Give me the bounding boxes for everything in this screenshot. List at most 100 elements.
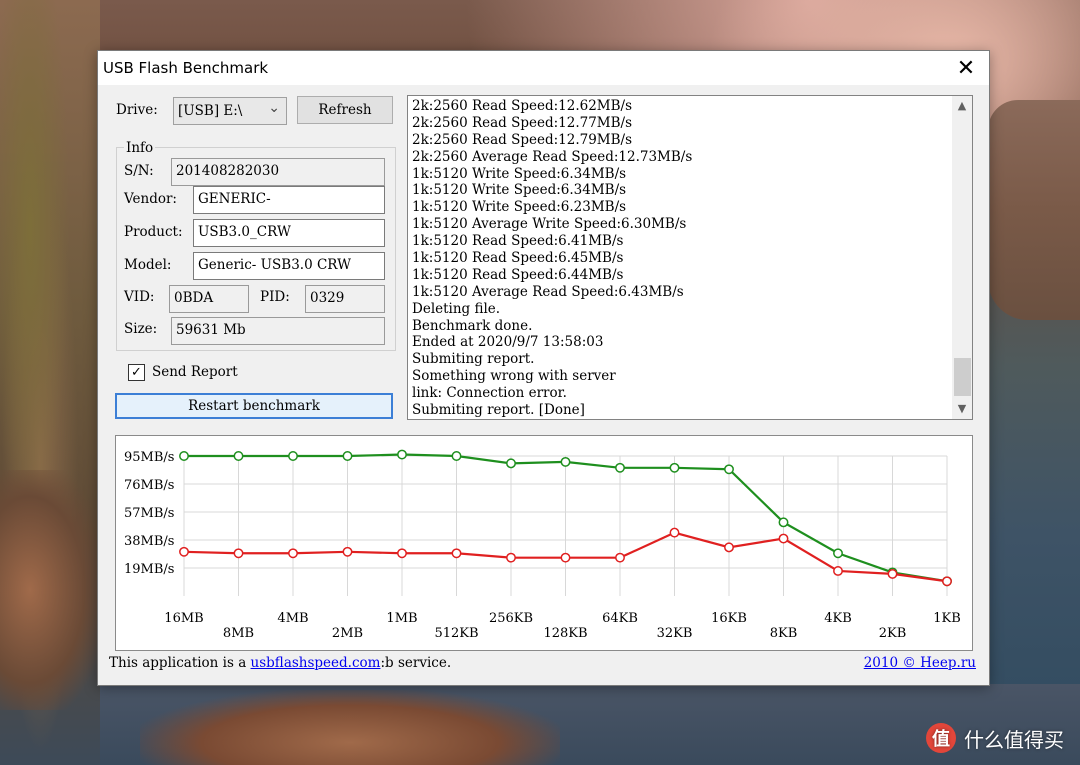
footer-text-after: :b service. [380, 655, 452, 671]
x-tick-label: 8MB [223, 626, 254, 641]
x-tick-label: 2KB [879, 626, 907, 641]
data-point [397, 548, 407, 559]
sn-label: S/N: [124, 163, 154, 179]
log-line: 1k:5120 Write Speed:6.34MB/s [412, 182, 627, 199]
vid-label: VID: [124, 289, 155, 305]
x-tick-label: 4KB [824, 611, 852, 626]
data-point [669, 527, 680, 538]
model-label: Model: [124, 257, 172, 273]
data-point [833, 565, 843, 576]
usbflashspeed-link[interactable]: usbflashspeed.com [251, 655, 381, 671]
watermark: 值 什么值得买 [926, 723, 1064, 753]
data-point [233, 451, 244, 461]
data-point [560, 552, 571, 563]
sn-field[interactable]: 201408282030 [171, 158, 385, 186]
data-point [778, 533, 789, 544]
x-tick-label: 1KB [933, 611, 961, 626]
x-tick-label: 256KB [489, 611, 533, 626]
log-line: Ended at 2020/9/7 13:58:03 [412, 334, 604, 351]
x-tick-label: 64KB [602, 611, 638, 626]
log-line: Submiting report. [412, 351, 535, 368]
x-tick-label: 128KB [543, 626, 587, 641]
close-button[interactable]: ✕ [943, 51, 989, 85]
data-point [560, 456, 571, 467]
log-line: 1k:5120 Average Write Speed:6.30MB/s [412, 216, 687, 233]
footer-text-before: This application is a [109, 655, 251, 671]
data-point [724, 464, 734, 475]
pid-label: PID: [260, 289, 290, 305]
data-point [179, 451, 189, 461]
send-report-checkbox[interactable]: ✓ [128, 364, 145, 381]
desktop-background-right [988, 100, 1080, 320]
scroll-up-arrow-icon[interactable]: ▲ [952, 96, 972, 116]
data-point [506, 458, 516, 469]
data-point [615, 552, 625, 563]
data-point [615, 462, 625, 473]
data-point [233, 548, 244, 559]
data-point [179, 546, 189, 557]
checkmark-icon: ✓ [131, 365, 142, 380]
title-bar[interactable]: USB Flash Benchmark ✕ [98, 51, 989, 85]
data-point [342, 451, 353, 461]
log-scrollbar[interactable]: ▲ ▼ [952, 96, 972, 419]
footer-note: This application is a usbflashspeed.com:… [109, 655, 451, 671]
log-lines: 2k:2560 Read Speed:12.62MB/s 2k:2560 Read… [412, 98, 692, 419]
scroll-thumb[interactable] [954, 358, 971, 396]
data-point [942, 576, 952, 587]
watermark-text: 什么值得买 [964, 727, 1064, 752]
log-line: Something wrong with server [412, 368, 616, 385]
x-tick-label: 16MB [164, 611, 203, 626]
log-line: 1k:5120 Read Speed:6.44MB/s [412, 266, 624, 283]
vid-field[interactable]: 0BDA [169, 285, 249, 313]
data-point [724, 542, 734, 553]
data-point [288, 451, 298, 461]
data-point [887, 568, 898, 579]
chevron-down-icon: ⌄ [268, 100, 280, 116]
log-line: link: Connection error. [412, 385, 567, 402]
y-tick-label: 19MB/s [124, 562, 174, 577]
vendor-field[interactable]: GENERIC- [193, 186, 385, 214]
data-point [669, 462, 680, 473]
refresh-button[interactable]: Refresh [297, 96, 393, 124]
product-label: Product: [124, 224, 183, 240]
log-line: 1k:5120 Average Read Speed:6.43MB/s [412, 283, 684, 300]
data-point [833, 548, 843, 559]
y-tick-label: 38MB/s [124, 534, 174, 549]
restart-benchmark-button[interactable]: Restart benchmark [115, 393, 393, 419]
log-line: Deleting file. [412, 300, 501, 317]
info-group-title: Info [124, 140, 156, 156]
y-tick-label: 95MB/s [124, 450, 174, 465]
scroll-down-arrow-icon[interactable]: ▼ [952, 399, 972, 419]
x-tick-label: 8KB [770, 626, 798, 641]
speed-chart: 95MB/s 76MB/s 57MB/s 38MB/s 19MB/s 16MB 8MB 4MB… [124, 449, 961, 641]
model-field[interactable]: Generic- USB3.0 CRW [193, 252, 385, 280]
close-icon: ✕ [956, 55, 976, 81]
log-line: 2k:2560 Read Speed:12.77MB/s [412, 114, 633, 131]
data-point [778, 517, 789, 528]
desktop-background-rock-bottom [140, 690, 560, 765]
drive-label: Drive: [116, 102, 158, 118]
log-line: 1k:5120 Write Speed:6.23MB/s [412, 199, 627, 216]
benchmark-window: USB Flash Benchmark ✕ Drive: [USB] E:\ ⌄… [97, 50, 990, 686]
x-tick-label: 512KB [434, 626, 478, 641]
x-tick-label: 16KB [711, 611, 747, 626]
pid-field[interactable]: 0329 [305, 285, 385, 313]
size-field[interactable]: 59631 Mb [171, 317, 385, 345]
copyright-link[interactable]: 2010 © Heep.ru [864, 655, 976, 671]
window-title: USB Flash Benchmark [103, 59, 269, 77]
size-label: Size: [124, 321, 158, 337]
drive-select[interactable]: [USB] E:\ ⌄ [173, 97, 287, 125]
x-tick-label: 4MB [277, 611, 308, 626]
log-line: 1k:5120 Write Speed:6.34MB/s [412, 165, 627, 182]
product-field[interactable]: USB3.0_CRW [193, 219, 385, 247]
drive-select-value: [USB] E:\ [178, 103, 243, 119]
data-point [288, 548, 298, 559]
log-line: Benchmark done. [412, 317, 533, 334]
log-textarea[interactable]: 2k:2560 Read Speed:12.62MB/s 2k:2560 Read… [407, 95, 973, 420]
log-line: 1k:5120 Read Speed:6.45MB/s [412, 250, 624, 267]
log-line: 2k:2560 Average Read Speed:12.73MB/s [412, 148, 693, 165]
watermark-logo-icon: 值 [926, 723, 956, 753]
speed-chart-panel: 95MB/s 76MB/s 57MB/s 38MB/s 19MB/s 16MB 8MB 4MB… [115, 435, 973, 651]
log-line: 2k:2560 Read Speed:12.62MB/s [412, 98, 633, 114]
vendor-label: Vendor: [124, 191, 177, 207]
